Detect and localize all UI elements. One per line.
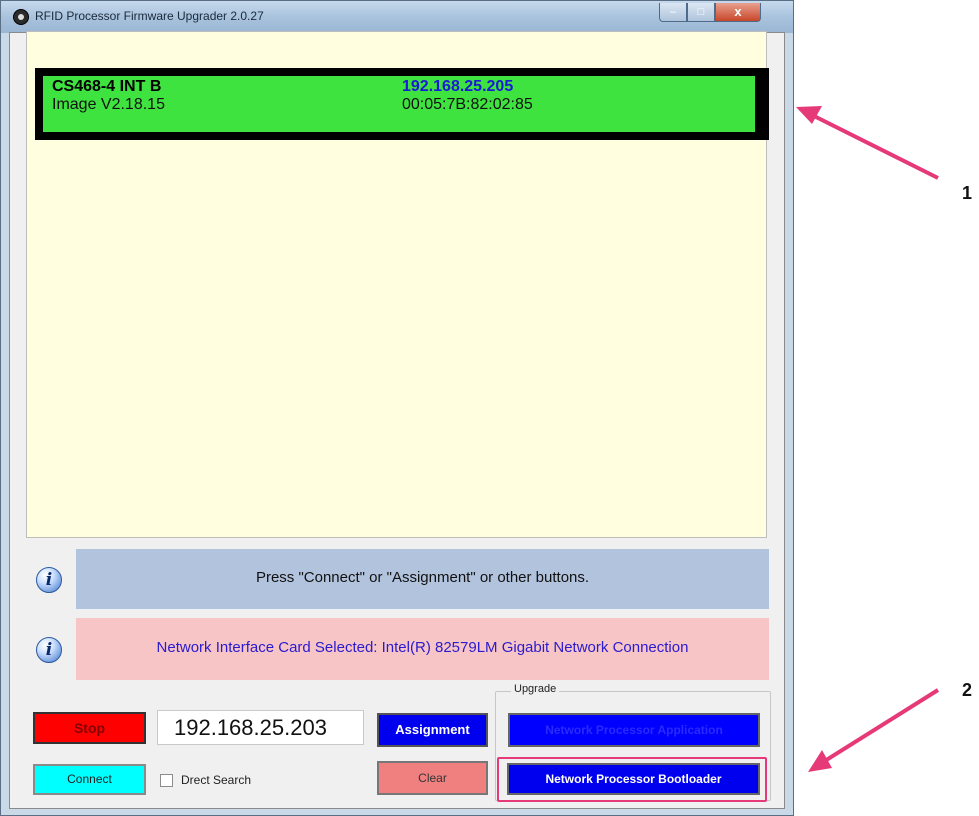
stop-button[interactable]: Stop [33, 712, 146, 744]
app-icon [13, 9, 29, 25]
close-button[interactable]: x [715, 3, 761, 22]
device-ip: 192.168.25.205 [402, 78, 514, 95]
device-image-version: Image V2.18.15 [52, 96, 165, 113]
nic-message: Network Interface Card Selected: Intel(R… [156, 639, 689, 656]
ip-address-field[interactable]: 192.168.25.203 [157, 710, 364, 745]
bootloader-highlight [497, 757, 767, 802]
window-title: RFID Processor Firmware Upgrader 2.0.27 [35, 9, 264, 23]
device-name: CS468-4 INT B [52, 78, 162, 95]
info-icon: i [36, 567, 62, 593]
connect-button[interactable]: Connect [33, 764, 146, 795]
direct-search-checkbox[interactable] [160, 774, 173, 787]
callout-arrow-2 [808, 688, 940, 772]
upgrade-group-label: Upgrade [511, 683, 560, 695]
title-bar[interactable]: RFID Processor Firmware Upgrader 2.0.27 … [1, 1, 793, 33]
info-icon: i [36, 637, 62, 663]
assignment-button[interactable]: Assignment [377, 713, 488, 747]
device-mac: 00:05:7B:82:02:85 [402, 96, 533, 113]
direct-search-label[interactable]: Drect Search [181, 773, 251, 787]
network-processor-application-button[interactable]: Network Processor Application [508, 713, 760, 747]
maximize-button[interactable]: □ [687, 3, 715, 22]
clear-button[interactable]: Clear [377, 761, 488, 795]
minimize-button[interactable]: – [659, 3, 687, 22]
status-message: Press "Connect" or "Assignment" or other… [255, 569, 590, 586]
callout-arrow-1 [796, 106, 939, 180]
callout-label-1: 1 [962, 183, 973, 203]
callout-label-2: 2 [962, 680, 973, 700]
window-controls: – □ x [659, 3, 761, 23]
